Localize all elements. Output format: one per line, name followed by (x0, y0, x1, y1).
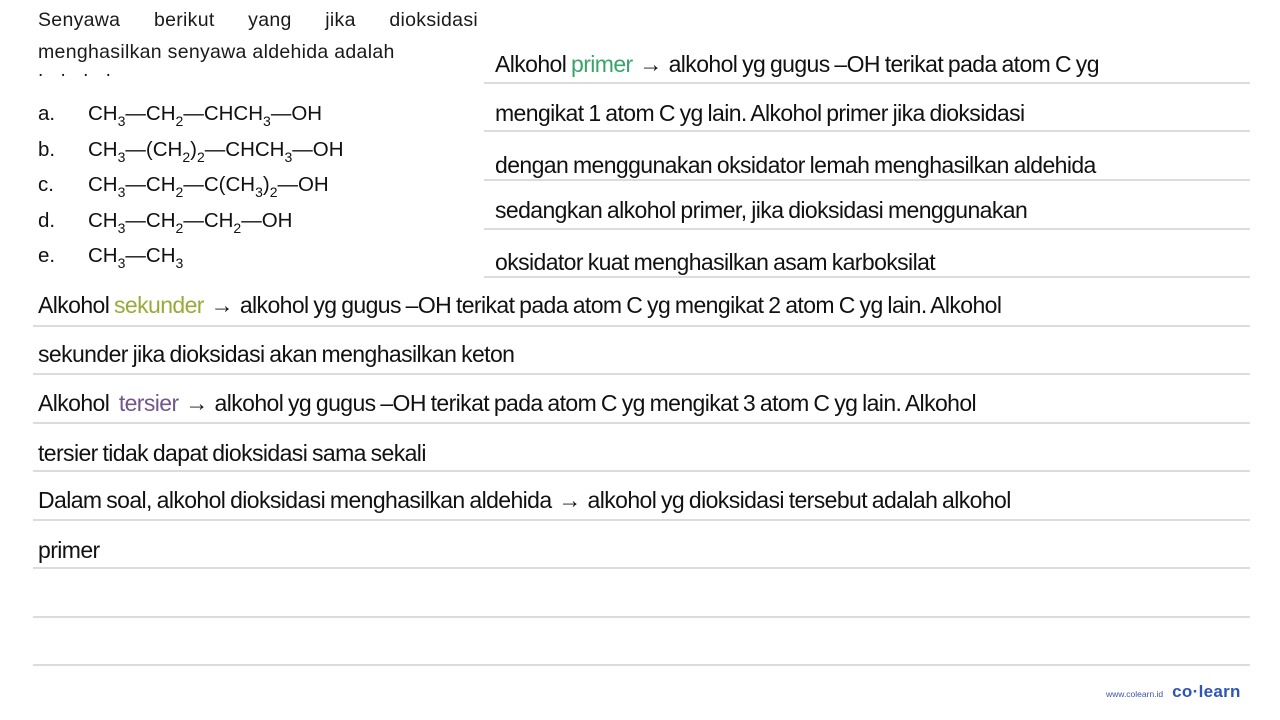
option-letter: a. (38, 102, 56, 125)
colearn-logo: co·learn (1172, 682, 1241, 701)
explanation-tersier-line-1: Alkohol tersier → alkohol yg gugus –OH t… (38, 390, 977, 417)
formula-subscript: 2 (182, 149, 191, 165)
option-d[interactable]: d. CH3—CH2—CH2—OH (38, 209, 292, 243)
question-text-line-1: Senyawa berikut yang jika dioksidasi (38, 9, 478, 31)
formula-group: —CHCH (183, 102, 264, 125)
text-segment: Alkohol (38, 292, 115, 318)
explanation-primer-line-5: oksidator kuat menghasilkan asam karboks… (495, 249, 936, 275)
formula-group: CH (88, 209, 118, 232)
rule-line (33, 373, 1250, 375)
term-sekunder: sekunder (114, 292, 204, 318)
formula-group: —OH (292, 138, 344, 161)
text-segment: alkohol yg gugus –OH terikat pada atom C… (663, 51, 1100, 77)
rule-line (484, 130, 1250, 132)
text-segment: alkohol yg dioksidasi tersebut adalah al… (582, 487, 1012, 513)
formula-group: —C(CH (183, 173, 256, 196)
text-segment: Alkohol (495, 51, 572, 77)
explanation-sekunder-line-1: Alkohol sekunder → alkohol yg gugus –OH … (38, 292, 1002, 319)
brand-url[interactable]: www.colearn.id (1106, 689, 1163, 699)
rule-line (33, 325, 1250, 327)
brand-footer: www.colearn.id co·learn (1106, 682, 1241, 702)
formula-group: —CH (125, 173, 176, 196)
option-formula: CH3—(CH2)2—CHCH3—OH (88, 138, 344, 165)
formula-group: CH (88, 173, 118, 196)
rule-line (33, 470, 1250, 472)
term-tersier: tersier (118, 390, 179, 416)
formula-group: ) (262, 173, 270, 196)
text-segment: Dalam soal, alkohol dioksidasi menghasil… (38, 487, 557, 513)
explanation-conclusion-line-2: primer (38, 537, 100, 563)
option-letter: b. (38, 138, 56, 161)
formula-group: —CH (125, 244, 176, 267)
rule-line (33, 422, 1250, 424)
option-a[interactable]: a. CH3—CH2—CHCH3—OH (38, 102, 322, 136)
formula-group: —CH (125, 209, 176, 232)
option-letter: d. (38, 209, 56, 232)
formula-group: —CH (183, 209, 234, 232)
formula-subscript: 2 (196, 149, 205, 165)
rule-line (484, 82, 1250, 84)
text-segment: alkohol yg gugus –OH terikat pada atom C… (235, 292, 1002, 318)
option-formula: CH3—CH3 (88, 244, 184, 271)
rule-line (33, 519, 1250, 521)
rule-line (33, 664, 1250, 666)
option-b[interactable]: b. CH3—(CH2)2—CHCH3—OH (38, 138, 344, 172)
rule-line (484, 228, 1250, 230)
formula-group: —OH (277, 173, 329, 196)
formula-group: CH (88, 244, 118, 267)
formula-group: —CH (125, 102, 176, 125)
formula-subscript: 3 (263, 113, 271, 129)
formula-group: CH (88, 138, 118, 161)
option-e[interactable]: e. CH3—CH3 (38, 244, 183, 278)
explanation-primer-line-2: mengikat 1 atom C yg lain. Alkohol prime… (495, 100, 1025, 126)
arrow-right-icon: → (210, 292, 234, 318)
arrow-right-icon: → (639, 51, 662, 77)
option-formula: CH3—CH2—C(CH3)2—OH (88, 173, 329, 200)
arrow-right-icon: → (558, 487, 581, 513)
arrow-right-icon: → (185, 390, 208, 416)
option-formula: CH3—CH2—CHCH3—OH (88, 102, 323, 129)
formula-subscript: 3 (175, 255, 184, 271)
formula-group: —OH (241, 209, 293, 232)
rule-line (484, 179, 1250, 181)
formula-group: —(CH (125, 138, 183, 161)
explanation-primer-line-3: dengan menggunakan oksidator lemah mengh… (495, 152, 1096, 178)
explanation-primer-line-1: Alkohol primer → alkohol yg gugus –OH te… (495, 51, 1100, 78)
formula-group: ) (190, 138, 197, 161)
term-primer: primer (571, 51, 633, 77)
text-segment: alkohol yg gugus –OH terikat pada atom C… (209, 390, 977, 416)
rule-line (484, 276, 1250, 278)
formula-group: —CHCH (204, 138, 285, 161)
formula-subscript: 3 (255, 184, 263, 200)
option-c[interactable]: c. CH3—CH2—C(CH3)2—OH (38, 173, 329, 207)
explanation-primer-line-4: sedangkan alkohol primer, jika dioksidas… (495, 197, 1028, 223)
explanation-conclusion-line-1: Dalam soal, alkohol dioksidasi menghasil… (38, 487, 1011, 514)
rule-line (33, 616, 1250, 618)
formula-group: —OH (270, 102, 323, 125)
explanation-tersier-line-2: tersier tidak dapat dioksidasi sama seka… (38, 440, 426, 466)
explanation-sekunder-line-2: sekunder jika dioksidasi akan menghasilk… (38, 341, 515, 367)
question-block: Senyawa berikut yang jika dioksidasi men… (38, 4, 478, 86)
text-segment: Alkohol (38, 390, 119, 416)
formula-group: CH (88, 102, 118, 125)
option-formula: CH3—CH2—CH2—OH (88, 209, 293, 235)
option-letter: e. (38, 244, 56, 267)
option-letter: c. (38, 173, 54, 196)
rule-line (33, 567, 1250, 569)
